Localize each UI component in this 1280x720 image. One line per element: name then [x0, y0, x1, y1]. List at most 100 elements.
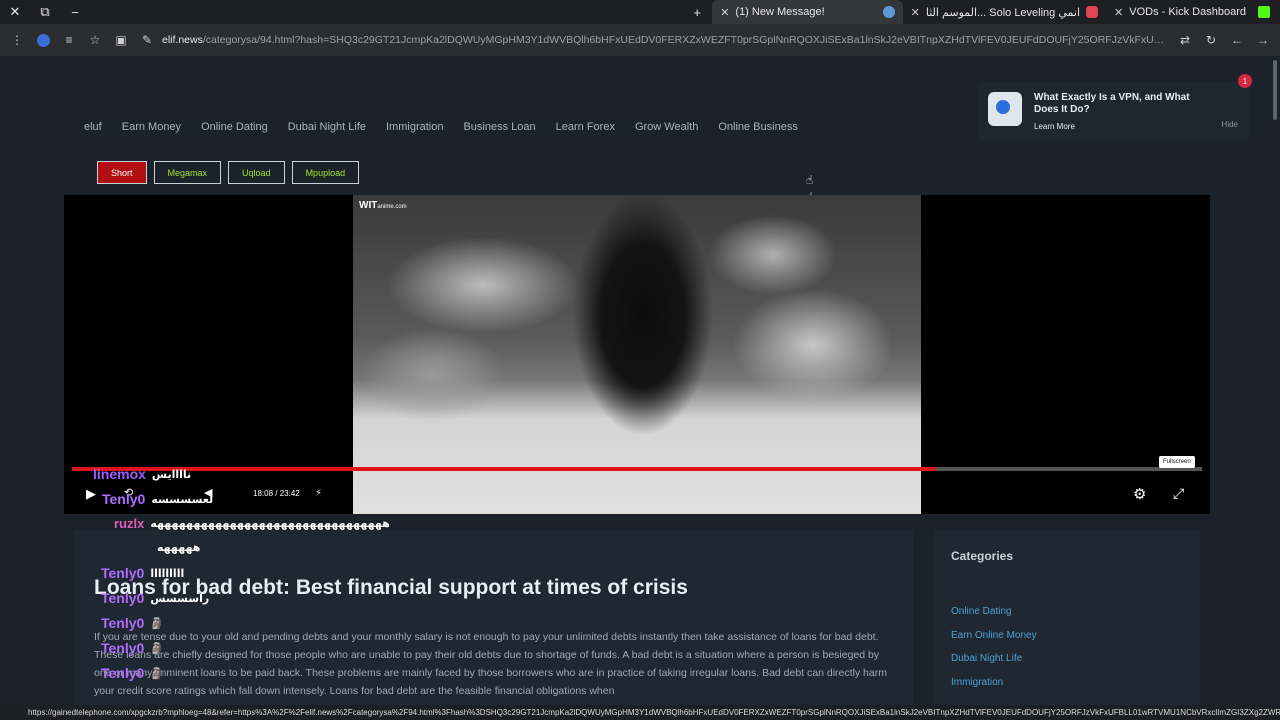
chat-message: هههههه	[157, 541, 200, 554]
chat-message: Tenly0 🗿	[101, 615, 164, 631]
settings-gear-icon[interactable]: ⚙	[1133, 485, 1146, 503]
chat-username: linemox	[93, 466, 146, 482]
watermark-text: WIT	[359, 200, 378, 211]
url-field[interactable]: elif.news/categorysa/94.html?hash=SHQ3c2…	[162, 34, 1170, 46]
nav-item-online-business[interactable]: Online Business	[718, 121, 798, 133]
chat-username: Tenly0	[101, 565, 145, 581]
nav-item-earn-money[interactable]: Earn Money	[122, 121, 181, 133]
tab-close-icon[interactable]: ✕	[911, 6, 920, 19]
time-display: 18:08 / 23:42	[253, 489, 300, 498]
hide-button[interactable]: Hide	[1222, 120, 1238, 129]
time-separator: /	[275, 489, 278, 498]
hand-cursor-icon: ☝	[806, 173, 814, 187]
url-path: /categorysa/94.html?hash=SHQ3c29GT21Jcmp…	[202, 34, 1170, 46]
chat-text: ااااااااا	[150, 567, 185, 580]
nav-item-grow-wealth[interactable]: Grow Wealth	[635, 121, 698, 133]
watermark-suffix: anime.com	[377, 204, 407, 210]
address-bar: ⋮ ≡ ☆ ▣ ✎ elif.news/categorysa/94.html?h…	[0, 24, 1280, 56]
learn-more-link[interactable]: Learn More	[1034, 122, 1212, 131]
fullscreen-icon[interactable]: ⤢	[1173, 485, 1184, 502]
notification-badge: 1	[1238, 74, 1252, 88]
chat-text: 🗿	[150, 617, 165, 630]
server-buttons: Short Megamax Uqload Mpupload	[97, 161, 360, 184]
url-host: elif.news	[162, 34, 203, 46]
window-menu-icon[interactable]: ⧉	[30, 0, 60, 24]
reload-icon[interactable]: ↻	[1200, 29, 1222, 51]
video-player[interactable]: WITanime.com ▶ ⟲ ◀ 18:08 / 23:42 ⚡ Fulls…	[64, 195, 1210, 514]
progress-bar[interactable]	[72, 467, 1202, 471]
server-megamax-button[interactable]: Megamax	[153, 161, 222, 184]
lightning-icon[interactable]: ⚡	[315, 488, 322, 499]
nav-item-dubai-night-life[interactable]: Dubai Night Life	[288, 121, 366, 133]
server-short-button[interactable]: Short	[97, 161, 147, 184]
tab-strip: ✕ ⧉ − + ✕ (1) New Message! ✕ الموسم الثا…	[0, 0, 1280, 24]
chat-message: Tenly0 🗿	[101, 640, 164, 656]
site-settings-icon[interactable]: ⇄	[1174, 29, 1196, 51]
tab-close-icon[interactable]: ✕	[720, 6, 729, 19]
total-time: 23:42	[279, 489, 300, 498]
minimize-icon[interactable]: −	[60, 0, 90, 24]
chat-username: Tenly0	[101, 590, 145, 606]
tab-new-message[interactable]: ✕ (1) New Message!	[712, 0, 903, 24]
chat-message: Tenly0 🗿	[101, 665, 164, 681]
chat-message: Tenly0 راسسسس	[101, 590, 209, 606]
server-uqload-button[interactable]: Uqload	[228, 161, 285, 184]
menu-dots-icon[interactable]: ⋮	[6, 29, 28, 51]
tab-close-icon[interactable]: ✕	[1114, 6, 1123, 19]
article-card: Loans for bad debt: Best financial suppo…	[74, 530, 913, 720]
wordpress-favicon-icon	[882, 6, 895, 18]
chat-text: 🗿	[150, 642, 165, 655]
nav-item-business-loan[interactable]: Business Loan	[463, 121, 535, 133]
categories-title: Categories	[951, 549, 1014, 563]
chat-username: ruzlx	[114, 516, 145, 531]
bookmark-star-icon[interactable]: ☆	[84, 29, 106, 51]
play-icon[interactable]: ▶	[86, 486, 96, 502]
chat-text: راسسسس	[150, 592, 210, 605]
chat-username: Tenly0	[101, 665, 145, 681]
categories-card: Categories Online Dating Earn Online Mon…	[934, 530, 1200, 720]
progress-fill	[72, 467, 937, 471]
category-immigration[interactable]: Immigration	[951, 677, 1003, 688]
category-earn-online-money[interactable]: Earn Online Money	[951, 630, 1037, 641]
current-time: 18:08	[253, 489, 274, 498]
fullscreen-tooltip: Fullscreen	[1159, 456, 1195, 468]
tab-solo-leveling[interactable]: ✕ الموسم الثا... Solo Leveling انمي	[903, 0, 1106, 24]
kick-favicon-icon	[1258, 6, 1270, 18]
forward-icon[interactable]: →	[1252, 29, 1274, 51]
close-window-icon[interactable]: ✕	[0, 0, 30, 24]
chat-username: Tenly0	[102, 491, 146, 507]
status-bar-url: https://gainedtelephone.com/xpgckzrb?mph…	[0, 705, 1280, 720]
chat-text: هههههه	[157, 542, 201, 554]
tab-kick-dashboard[interactable]: ✕ VODs - Kick Dashboard	[1106, 0, 1254, 24]
site-nav: eluf Earn Money Online Dating Dubai Nigh…	[84, 121, 798, 133]
watermark-logo: WITanime.com	[359, 200, 407, 211]
new-tab-icon[interactable]: +	[682, 0, 712, 24]
chat-username: Tenly0	[101, 615, 145, 631]
reader-icon[interactable]: ≡	[58, 29, 80, 51]
server-mpupload-button[interactable]: Mpupload	[291, 161, 360, 184]
screenshot-icon[interactable]: ▣	[110, 29, 132, 51]
page-scrollbar[interactable]	[1273, 60, 1277, 120]
chat-message: linemox ناااايس	[93, 466, 191, 482]
video-favicon-icon	[1086, 6, 1099, 18]
tab-label: الموسم الثا... Solo Leveling انمي	[925, 6, 1081, 19]
chat-message: Tenly0 لعسسسسه	[102, 491, 213, 507]
edit-icon[interactable]: ✎	[136, 29, 158, 51]
vpn-icon	[988, 92, 1022, 126]
nav-item-online-dating[interactable]: Online Dating	[201, 121, 268, 133]
category-dubai-night-life[interactable]: Dubai Night Life	[951, 653, 1022, 664]
chat-text: 🗿	[150, 667, 165, 680]
nav-item-learn-forex[interactable]: Learn Forex	[556, 121, 615, 133]
nav-item-eluf[interactable]: eluf	[84, 121, 102, 133]
chat-username: Tenly0	[101, 640, 145, 656]
chat-text: لعسسسسه	[151, 493, 214, 506]
vpn-notification[interactable]: What Exactly Is a VPN, and What Does It …	[978, 74, 1252, 140]
chat-text: ناااايس	[151, 468, 192, 481]
back-icon[interactable]: ←	[1226, 29, 1248, 51]
tab-label: (1) New Message!	[735, 6, 825, 18]
tab-label: VODs - Kick Dashboard	[1129, 6, 1246, 18]
nav-item-immigration[interactable]: Immigration	[386, 121, 443, 133]
profile-icon[interactable]	[32, 29, 54, 51]
category-online-dating[interactable]: Online Dating	[951, 606, 1012, 617]
chat-text: ههههههههههههههههههههههههههههههههه	[150, 518, 390, 530]
